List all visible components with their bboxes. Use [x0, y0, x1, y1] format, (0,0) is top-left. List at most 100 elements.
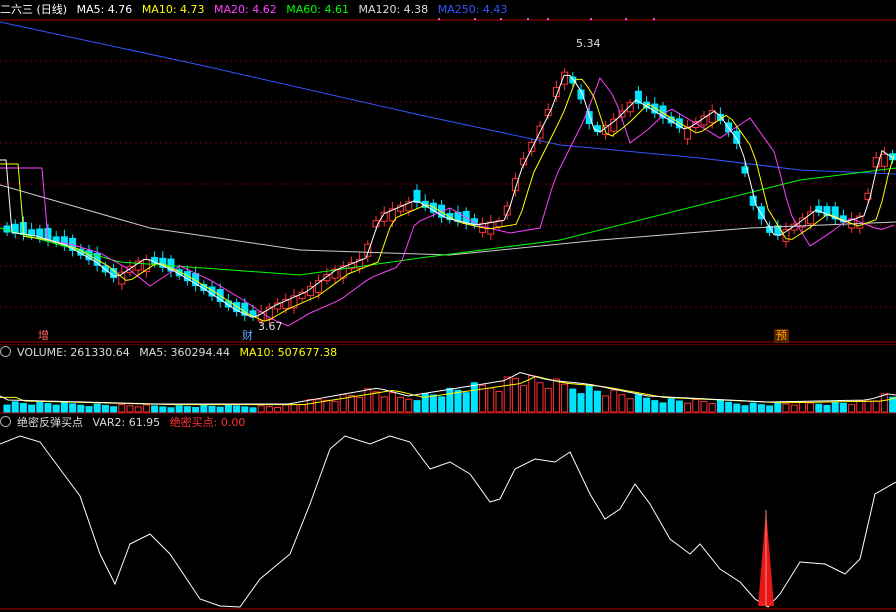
volume-bar [577, 393, 585, 413]
volume-bar [610, 389, 618, 413]
volume-bar [848, 404, 856, 413]
volume-bar [52, 404, 60, 413]
volume-bar [290, 403, 298, 413]
volume-bar [11, 401, 19, 413]
volume-bar [44, 403, 52, 413]
marker-dot [438, 18, 440, 20]
volume-bar [708, 403, 716, 413]
indicator-pane[interactable] [0, 414, 896, 612]
volume-bar [774, 402, 782, 413]
price-pane[interactable] [0, 0, 896, 343]
volume-bar [331, 400, 339, 413]
volume-bar [159, 406, 167, 413]
volume-bar [233, 405, 241, 413]
volume-bar [69, 403, 77, 413]
event-tag-cai[interactable]: 财 [240, 329, 255, 343]
low-price-label: 3.67 [258, 320, 283, 333]
volume-bar [265, 406, 273, 413]
volume-bar [815, 403, 823, 413]
volume-bar [257, 405, 265, 413]
volume-bar [864, 400, 872, 413]
volume-bar [782, 403, 790, 413]
marker-dot [653, 18, 655, 20]
volume-bar [241, 406, 249, 413]
volume-bar [741, 405, 749, 413]
volume-bar [77, 404, 85, 413]
volume-bar [511, 377, 519, 413]
volume-bar [495, 390, 503, 413]
ma20-line [0, 76, 895, 327]
volume-bar [757, 404, 765, 413]
volume-bar [839, 402, 847, 413]
candlestick-chart[interactable] [0, 0, 896, 343]
candle [134, 260, 142, 271]
volume-bar [880, 393, 888, 413]
volume-bar [856, 400, 864, 413]
volume-bar [675, 400, 683, 413]
marker-dot [474, 18, 476, 20]
volume-bar [3, 404, 11, 413]
volume-bar [298, 403, 306, 413]
volume-bar [93, 403, 101, 413]
volume-bar [126, 405, 134, 413]
indicator-chart[interactable] [0, 414, 896, 612]
volume-bar [684, 402, 692, 413]
volume-bar [364, 388, 372, 413]
volume-bar [651, 400, 659, 413]
volume-bar [200, 404, 208, 413]
volume-bar [118, 403, 126, 413]
event-tag-zeng[interactable]: 增 [36, 329, 51, 343]
volume-bar [487, 387, 495, 413]
volume-bar [725, 401, 733, 413]
volume-bar [134, 406, 142, 413]
volume-bar [692, 399, 700, 413]
volume-bar [429, 394, 437, 413]
volume-bar [716, 399, 724, 413]
volume-bar [421, 393, 429, 413]
volume-bar [544, 387, 552, 413]
volume-bar [249, 407, 257, 413]
volume-bar [274, 407, 282, 413]
marker-dot [547, 18, 549, 20]
volume-bar [60, 401, 68, 413]
volume-pane[interactable] [0, 344, 896, 414]
volume-bar [643, 397, 651, 413]
volume-bar [823, 405, 831, 413]
marker-dot [590, 18, 592, 20]
volume-bar [528, 375, 536, 413]
high-price-label: 5.34 [576, 37, 601, 50]
volume-bar [167, 407, 175, 413]
candle [733, 130, 741, 144]
volume-bar [593, 390, 601, 413]
volume-bar [216, 406, 224, 413]
volume-bar [388, 392, 396, 413]
volume-bar [872, 400, 880, 413]
ma250-line [0, 21, 896, 175]
volume-bar [634, 394, 642, 413]
volume-bar [208, 405, 216, 413]
volume-bar [356, 396, 364, 413]
volume-bar [405, 398, 413, 413]
volume-bar [306, 398, 314, 413]
volume-bar [749, 402, 757, 413]
volume-bar [372, 391, 380, 413]
volume-bar [282, 404, 290, 413]
marker-dot [500, 18, 502, 20]
volume-bar [585, 385, 593, 413]
volume-bar [380, 396, 388, 413]
volume-bar [347, 395, 355, 413]
volume-bar [733, 403, 741, 413]
volume-bar [110, 406, 118, 413]
volume-bar [175, 405, 183, 413]
volume-bar [19, 402, 27, 413]
volume-bar [700, 401, 708, 413]
volume-bar [142, 404, 150, 413]
event-tag-yu[interactable]: 预 [774, 329, 789, 343]
volume-bar [454, 389, 462, 413]
marker-dot [527, 18, 529, 20]
volume-bar [831, 401, 839, 413]
volume-chart[interactable] [0, 344, 896, 414]
volume-bar [36, 401, 44, 413]
volume-bar [446, 387, 454, 413]
volume-bar [659, 402, 667, 413]
